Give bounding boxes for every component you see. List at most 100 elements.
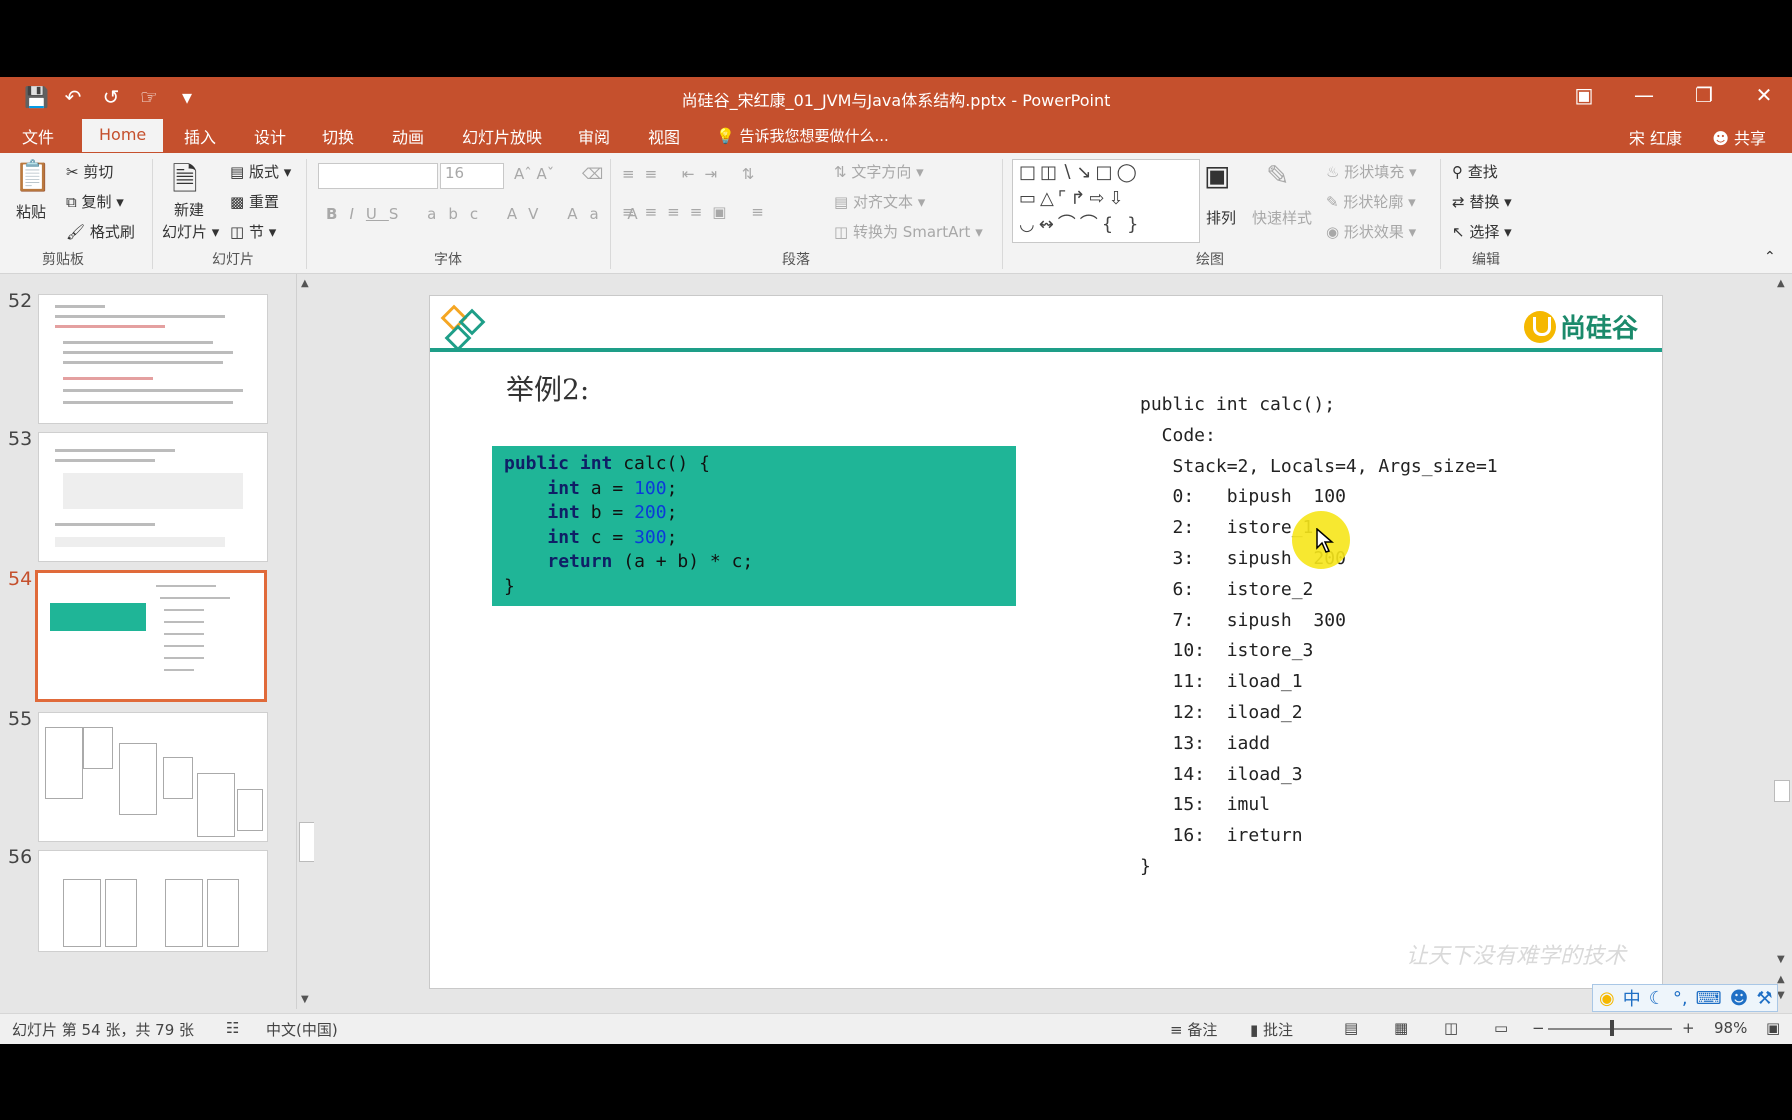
- tab-file[interactable]: 文件: [22, 124, 54, 148]
- tab-insert[interactable]: 插入: [184, 124, 216, 148]
- convert-smartart-button[interactable]: ◫ 转换为 SmartArt ▾: [834, 221, 983, 242]
- find-button[interactable]: ⚲ 查找: [1452, 161, 1498, 182]
- next-slide-icon[interactable]: ▼: [1777, 990, 1785, 1001]
- scrollbar-thumb[interactable]: [299, 822, 315, 862]
- notes-button[interactable]: ≡ 备注: [1170, 1019, 1217, 1040]
- text-direction-button[interactable]: ⇅ 文字方向 ▾: [834, 161, 924, 182]
- scroll-up-icon[interactable]: ▲: [301, 278, 309, 289]
- zoom-slider-thumb[interactable]: [1610, 1020, 1614, 1036]
- zoom-in-icon[interactable]: +: [1682, 1019, 1695, 1037]
- tab-review[interactable]: 审阅: [578, 124, 610, 148]
- thumb-text-line: [164, 657, 204, 659]
- slide-sorter-icon[interactable]: ▦: [1394, 1019, 1408, 1037]
- spell-check-icon[interactable]: ☷: [226, 1019, 239, 1037]
- thumb-text-line: [55, 523, 155, 526]
- bytecode-line: 15: imul: [1140, 794, 1271, 816]
- previous-slide-icon[interactable]: ▲: [1777, 974, 1785, 985]
- thumbnail-number: 55: [8, 708, 33, 730]
- section-button[interactable]: ◫ 节 ▾: [230, 221, 276, 242]
- share-button[interactable]: ☻ 共享: [1712, 125, 1766, 149]
- tab-slideshow[interactable]: 幻灯片放映: [462, 124, 542, 148]
- font-family-combo[interactable]: [318, 163, 438, 189]
- smartart-icon: ◫: [834, 223, 849, 241]
- bytecode-line: 13: iadd: [1140, 732, 1271, 754]
- new-slide-button[interactable]: 新建: [174, 199, 204, 220]
- group-label-font: 字体: [434, 252, 462, 268]
- bytecode-listing[interactable]: public int calc(); Code: Stack=2, Locals…: [1140, 390, 1498, 883]
- shape-effects-button[interactable]: ◉ 形状效果 ▾: [1326, 221, 1416, 242]
- thumbnail-scrollbar[interactable]: ▲ ▼: [296, 274, 315, 1009]
- main-scrollbar[interactable]: ▲ ▼ ▲ ▼: [1772, 274, 1792, 1009]
- close-icon[interactable]: ✕: [1750, 83, 1778, 107]
- list-buttons[interactable]: ≡≡ ⇤⇥ ⇅: [622, 165, 764, 183]
- normal-view-icon[interactable]: ▤: [1344, 1019, 1358, 1037]
- zoom-out-icon[interactable]: −: [1532, 1019, 1545, 1037]
- mouse-cursor-icon: [1316, 528, 1334, 553]
- copy-button[interactable]: ⧉ 复制 ▾: [66, 191, 124, 212]
- group-label-drawing: 绘图: [1196, 252, 1224, 268]
- fit-to-window-icon[interactable]: ▣: [1766, 1019, 1780, 1037]
- keyboard-icon[interactable]: ⌨: [1696, 988, 1722, 1009]
- slide-heading[interactable]: 举例2:: [506, 368, 589, 408]
- replace-button[interactable]: ⇄ 替换 ▾: [1452, 191, 1512, 212]
- tab-home[interactable]: Home: [82, 119, 164, 152]
- settings-icon[interactable]: ⚒: [1756, 988, 1772, 1009]
- shapes-gallery[interactable]: □◫∖↘□◯ ▭△⌜↱⇨⇩ ◡↭⌒⌒{ }: [1012, 159, 1200, 243]
- user-name[interactable]: 宋 红康: [1629, 125, 1682, 149]
- tab-view[interactable]: 视图: [648, 124, 680, 148]
- reset-button[interactable]: ▩ 重置: [230, 191, 279, 212]
- scroll-down-icon[interactable]: ▼: [1777, 954, 1785, 965]
- quick-styles-button[interactable]: 快速样式: [1252, 207, 1312, 228]
- comments-button[interactable]: ▮ 批注: [1250, 1019, 1293, 1040]
- ribbon-display-options-icon[interactable]: ▣: [1570, 83, 1598, 107]
- zoom-level[interactable]: 98%: [1714, 1019, 1747, 1037]
- paste-button[interactable]: 粘贴: [16, 201, 46, 222]
- slideshow-icon[interactable]: ▭: [1494, 1019, 1508, 1037]
- scrollbar-thumb[interactable]: [1774, 780, 1790, 802]
- thumbnail-slide-56[interactable]: [38, 850, 268, 952]
- thumbnail-slide-55[interactable]: [38, 712, 268, 842]
- user-icon[interactable]: ☻: [1730, 988, 1749, 1009]
- slide-position: 幻灯片 第 54 张，共 79 张: [12, 1021, 195, 1039]
- slide-canvas[interactable]: 尚硅谷 举例2: public int calc() { int a = 100…: [430, 296, 1662, 988]
- format-painter-button[interactable]: 🖌 格式刷: [66, 221, 135, 242]
- java-code-box[interactable]: public int calc() { int a = 100; int b =…: [492, 446, 1016, 606]
- grow-font-icon[interactable]: Aˆ Aˇ: [514, 165, 554, 183]
- scroll-down-icon[interactable]: ▼: [301, 994, 309, 1005]
- quick-styles-icon[interactable]: ✎: [1266, 159, 1289, 192]
- thumbnail-number: 56: [8, 846, 33, 868]
- tell-me-search[interactable]: 💡 告诉我您想要做什么...: [716, 125, 889, 146]
- cut-button[interactable]: ✂ 剪切: [66, 161, 113, 182]
- clear-format-icon[interactable]: ⌫: [582, 165, 603, 183]
- scroll-up-icon[interactable]: ▲: [1777, 278, 1785, 289]
- shape-outline-button[interactable]: ✎ 形状轮廓 ▾: [1326, 191, 1416, 212]
- moon-icon[interactable]: ☾: [1649, 988, 1665, 1009]
- thumb-text-line: [164, 645, 204, 647]
- new-slide-dropdown[interactable]: 幻灯片 ▾: [162, 221, 219, 242]
- shape-fill-button[interactable]: ♨ 形状填充 ▾: [1326, 161, 1417, 182]
- align-text-button[interactable]: ▤ 对齐文本 ▾: [834, 191, 925, 212]
- tab-animations[interactable]: 动画: [392, 124, 424, 148]
- paste-icon[interactable]: 📋: [14, 159, 51, 194]
- tab-transitions[interactable]: 切换: [322, 124, 354, 148]
- thumbnail-slide-54[interactable]: [35, 570, 267, 702]
- collapse-ribbon-icon[interactable]: ⌃: [1764, 249, 1776, 265]
- font-size-combo[interactable]: 16: [440, 163, 504, 189]
- thumbnail-slide-52[interactable]: [38, 294, 268, 424]
- minimize-icon[interactable]: —: [1630, 83, 1658, 107]
- ime-language[interactable]: 中: [1623, 985, 1641, 1011]
- tab-design[interactable]: 设计: [254, 124, 286, 148]
- bytecode-line: 7: sipush 300: [1140, 609, 1346, 631]
- ime-toolbar[interactable]: ◉ 中 ☾ °, ⌨ ☻ ⚒: [1592, 984, 1778, 1012]
- font-style-buttons[interactable]: BIUS abc AV Aa A: [326, 205, 650, 223]
- language-indicator[interactable]: 中文(中国): [266, 1019, 338, 1040]
- arrange-icon[interactable]: ▣: [1204, 159, 1230, 192]
- select-button[interactable]: ↖ 选择 ▾: [1452, 221, 1512, 242]
- thumbnail-slide-53[interactable]: [38, 432, 268, 562]
- punctuation-icon[interactable]: °,: [1673, 988, 1688, 1009]
- restore-icon[interactable]: ❐: [1690, 83, 1718, 107]
- arrange-button[interactable]: 排列: [1206, 207, 1236, 228]
- layout-button[interactable]: ▤ 版式 ▾: [230, 161, 291, 182]
- align-buttons[interactable]: ≡≡≡≡▣ ≡: [622, 203, 774, 221]
- reading-view-icon[interactable]: ◫: [1444, 1019, 1458, 1037]
